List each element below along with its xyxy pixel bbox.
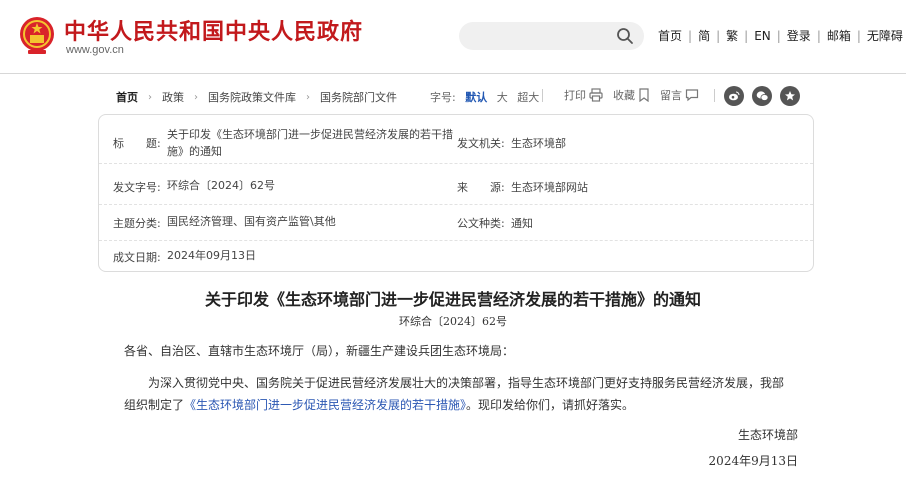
site-header: 中华人民共和国中央人民政府 www.gov.cn 首页 | 简 | 繁 | EN… xyxy=(0,0,906,74)
article-title: 关于印发《生态环境部门进一步促进民营经济发展的若干措施》的通知 xyxy=(0,286,906,310)
article-doc-number: 环综合〔2024〕62号 xyxy=(0,313,906,329)
chevron-right-icon: › xyxy=(148,92,152,103)
site-title[interactable]: 中华人民共和国中央人民政府 xyxy=(64,14,363,46)
share-buttons xyxy=(724,86,808,106)
favorite-button[interactable]: 收藏 xyxy=(613,87,650,103)
source-value: 生态环境部网站 xyxy=(511,179,588,195)
type-value: 通知 xyxy=(511,215,533,231)
category-label: 主题分类: xyxy=(113,215,161,231)
nav-english[interactable]: EN xyxy=(748,29,777,43)
search-input[interactable] xyxy=(459,22,644,50)
category-value: 国民经济管理、国有资产监管\其他 xyxy=(167,215,457,229)
national-emblem-icon[interactable] xyxy=(18,14,56,56)
printer-icon xyxy=(589,88,603,102)
bookmark-icon xyxy=(638,88,650,102)
type-label: 公文种类: xyxy=(457,215,505,231)
title-label: 标 题: xyxy=(113,135,161,151)
font-size-default[interactable]: 默认 xyxy=(465,91,487,104)
font-size-switcher: 字号: 默认 大 超大 xyxy=(430,89,539,105)
issuer-value: 生态环境部 xyxy=(511,135,566,151)
font-size-large[interactable]: 大 xyxy=(497,91,508,104)
breadcrumb-home[interactable]: 首页 xyxy=(116,89,138,105)
search-icon[interactable] xyxy=(616,27,634,45)
source-label: 来 源: xyxy=(457,179,505,195)
print-button[interactable]: 打印 xyxy=(564,87,603,103)
nav-mailbox[interactable]: 邮箱 xyxy=(821,27,857,44)
nav-home[interactable]: 首页 xyxy=(652,27,688,44)
measures-link[interactable]: 《生态环境部门进一步促进民营经济发展的若干措施》 xyxy=(184,398,466,412)
chevron-right-icon: › xyxy=(194,92,198,103)
article-signature: 生态环境部 xyxy=(738,426,798,443)
breadcrumb-policy[interactable]: 政策 xyxy=(162,89,184,105)
site-url: www.gov.cn xyxy=(66,44,124,56)
info-row-category: 主题分类: 国民经济管理、国有资产监管\其他 公文种类: 通知 xyxy=(99,205,813,241)
divider xyxy=(714,89,715,102)
print-label: 打印 xyxy=(564,87,586,103)
nav-simplified[interactable]: 简 xyxy=(692,27,716,44)
nav-accessibility[interactable]: 无障碍 xyxy=(861,27,906,44)
body-text-end: 。现印发给你们，请抓好落实。 xyxy=(466,398,634,412)
nav-login[interactable]: 登录 xyxy=(781,27,817,44)
breadcrumb-bar: 首页 › 政策 › 国务院政策文件库 › 国务院部门文件 字号: 默认 大 超大… xyxy=(110,86,810,106)
top-nav: 首页 | 简 | 繁 | EN | 登录 | 邮箱 | 无障碍 xyxy=(652,27,906,44)
chevron-right-icon: › xyxy=(306,92,310,103)
favorite-label: 收藏 xyxy=(613,87,635,103)
date-label: 成文日期: xyxy=(113,249,161,265)
issuer-label: 发文机关: xyxy=(457,135,505,151)
wechat-icon[interactable] xyxy=(752,86,772,106)
breadcrumb-policy-library[interactable]: 国务院政策文件库 xyxy=(208,89,296,105)
article-salutation: 各省、自治区、直辖市生态环境厅（局），新疆生产建设兵团生态环境局： xyxy=(124,340,514,362)
info-row-docno: 发文字号: 环综合〔2024〕62号 来 源: 生态环境部网站 xyxy=(99,164,813,205)
comment-label: 留言 xyxy=(660,87,682,103)
info-row-date: 成文日期: 2024年09月13日 xyxy=(99,241,813,271)
doc-no-value: 环综合〔2024〕62号 xyxy=(167,179,457,193)
breadcrumb-department-docs[interactable]: 国务院部门文件 xyxy=(320,89,397,105)
toolbar: 打印 收藏 留言 xyxy=(564,87,709,103)
article-sign-date: 2024年9月13日 xyxy=(709,452,798,469)
comment-icon xyxy=(685,88,699,102)
doc-no-label: 发文字号: xyxy=(113,179,161,195)
weibo-icon[interactable] xyxy=(724,86,744,106)
article-body: 为深入贯彻党中央、国务院关于促进民营经济发展壮大的决策部署，指导生态环境部门更好… xyxy=(124,372,784,416)
nav-traditional[interactable]: 繁 xyxy=(720,27,744,44)
title-value: 关于印发《生态环境部门进一步促进民营经济发展的若干措施》的通知 xyxy=(167,126,457,160)
divider xyxy=(542,89,543,102)
star-icon[interactable] xyxy=(780,86,800,106)
info-row-title: 标 题: 关于印发《生态环境部门进一步促进民营经济发展的若干措施》的通知 发文机… xyxy=(99,115,813,164)
comment-button[interactable]: 留言 xyxy=(660,87,699,103)
breadcrumb: 首页 › 政策 › 国务院政策文件库 › 国务院部门文件 xyxy=(116,89,397,105)
date-value: 2024年09月13日 xyxy=(167,249,457,263)
font-size-xlarge[interactable]: 超大 xyxy=(517,91,539,104)
font-size-label: 字号: xyxy=(430,91,456,104)
document-info-table: 标 题: 关于印发《生态环境部门进一步促进民营经济发展的若干措施》的通知 发文机… xyxy=(98,114,814,272)
